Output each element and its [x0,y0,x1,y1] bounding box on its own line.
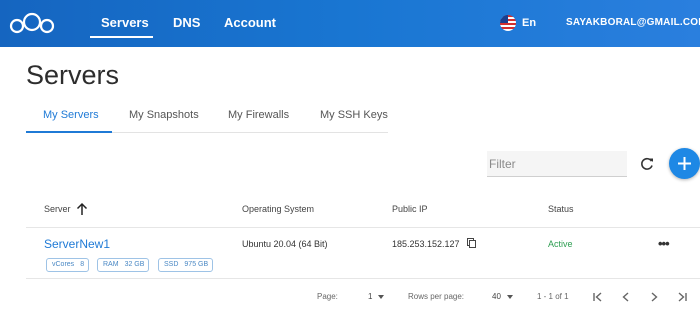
header-divider [26,227,700,228]
vcores-chip: vCores 8 [46,258,90,272]
ram-chip: RAM 32 GB [97,258,150,272]
refresh-icon[interactable] [638,155,656,173]
os-cell: Ubuntu 20.04 (64 Bit) [242,239,328,249]
rows-per-page-label: Rows per page: [408,292,465,301]
ssd-chip: SSD 975 GB [158,258,214,272]
status-badge: Active [548,239,573,249]
chevron-down-icon [506,294,513,299]
chevron-down-icon [378,294,385,299]
column-header-os[interactable]: Operating System [242,204,314,214]
page-range: 1 - 1 of 1 [537,292,569,301]
filter-input[interactable] [487,151,627,177]
user-email-menu[interactable]: SAYAKBORAL@GMAIL.COM [566,17,700,28]
ip-cell: 185.253.152.127 [392,239,460,249]
column-header-server[interactable]: Server [44,204,71,214]
column-header-public-ip[interactable]: Public IP [392,204,428,214]
us-flag-icon[interactable] [500,15,516,31]
nav-servers[interactable]: Servers [101,15,149,30]
chip-label: SSD [164,261,179,268]
tab-my-firewalls[interactable]: My Firewalls [228,109,289,121]
row-divider [26,278,700,279]
next-page-icon[interactable] [647,290,661,304]
chip-value: 8 [80,261,85,268]
tab-my-snapshots[interactable]: My Snapshots [129,109,199,121]
rows-per-page-value: 40 [492,292,501,301]
chip-label: RAM [103,261,119,268]
more-horizontal-icon[interactable]: ••• [658,236,670,251]
last-page-icon[interactable] [675,290,689,304]
tab-my-ssh-keys[interactable]: My SSH Keys [320,109,388,121]
previous-page-icon[interactable] [619,290,633,304]
rows-per-page-select[interactable]: 40 [492,292,513,301]
nav-active-indicator [90,36,153,38]
first-page-icon[interactable] [591,290,605,304]
nav-dns[interactable]: DNS [173,15,200,30]
chip-label: vCores [52,261,75,268]
chip-value: 975 GB [184,261,209,268]
page-select[interactable]: 1 [368,292,385,301]
server-name-link[interactable]: ServerNew1 [44,237,110,251]
language-selector[interactable]: En [522,17,536,29]
add-server-button[interactable] [669,148,700,179]
sub-tabs: My Servers My Snapshots My Firewalls My … [26,104,388,133]
arrow-up-icon[interactable] [76,202,88,216]
top-navigation-bar: Servers DNS Account En SAYAKBORAL@GMAIL.… [0,0,700,47]
column-header-status[interactable]: Status [548,204,574,214]
page-label: Page: [317,292,338,301]
plus-icon [678,157,691,170]
tab-my-servers[interactable]: My Servers [43,109,99,121]
copy-icon[interactable] [467,238,476,248]
page-title: Servers [26,60,120,90]
page-select-value: 1 [368,292,373,301]
chip-value: 32 GB [124,261,145,268]
active-tab-indicator [26,131,112,133]
nav-account[interactable]: Account [224,15,276,30]
three-circles-logo-icon[interactable] [8,12,56,36]
